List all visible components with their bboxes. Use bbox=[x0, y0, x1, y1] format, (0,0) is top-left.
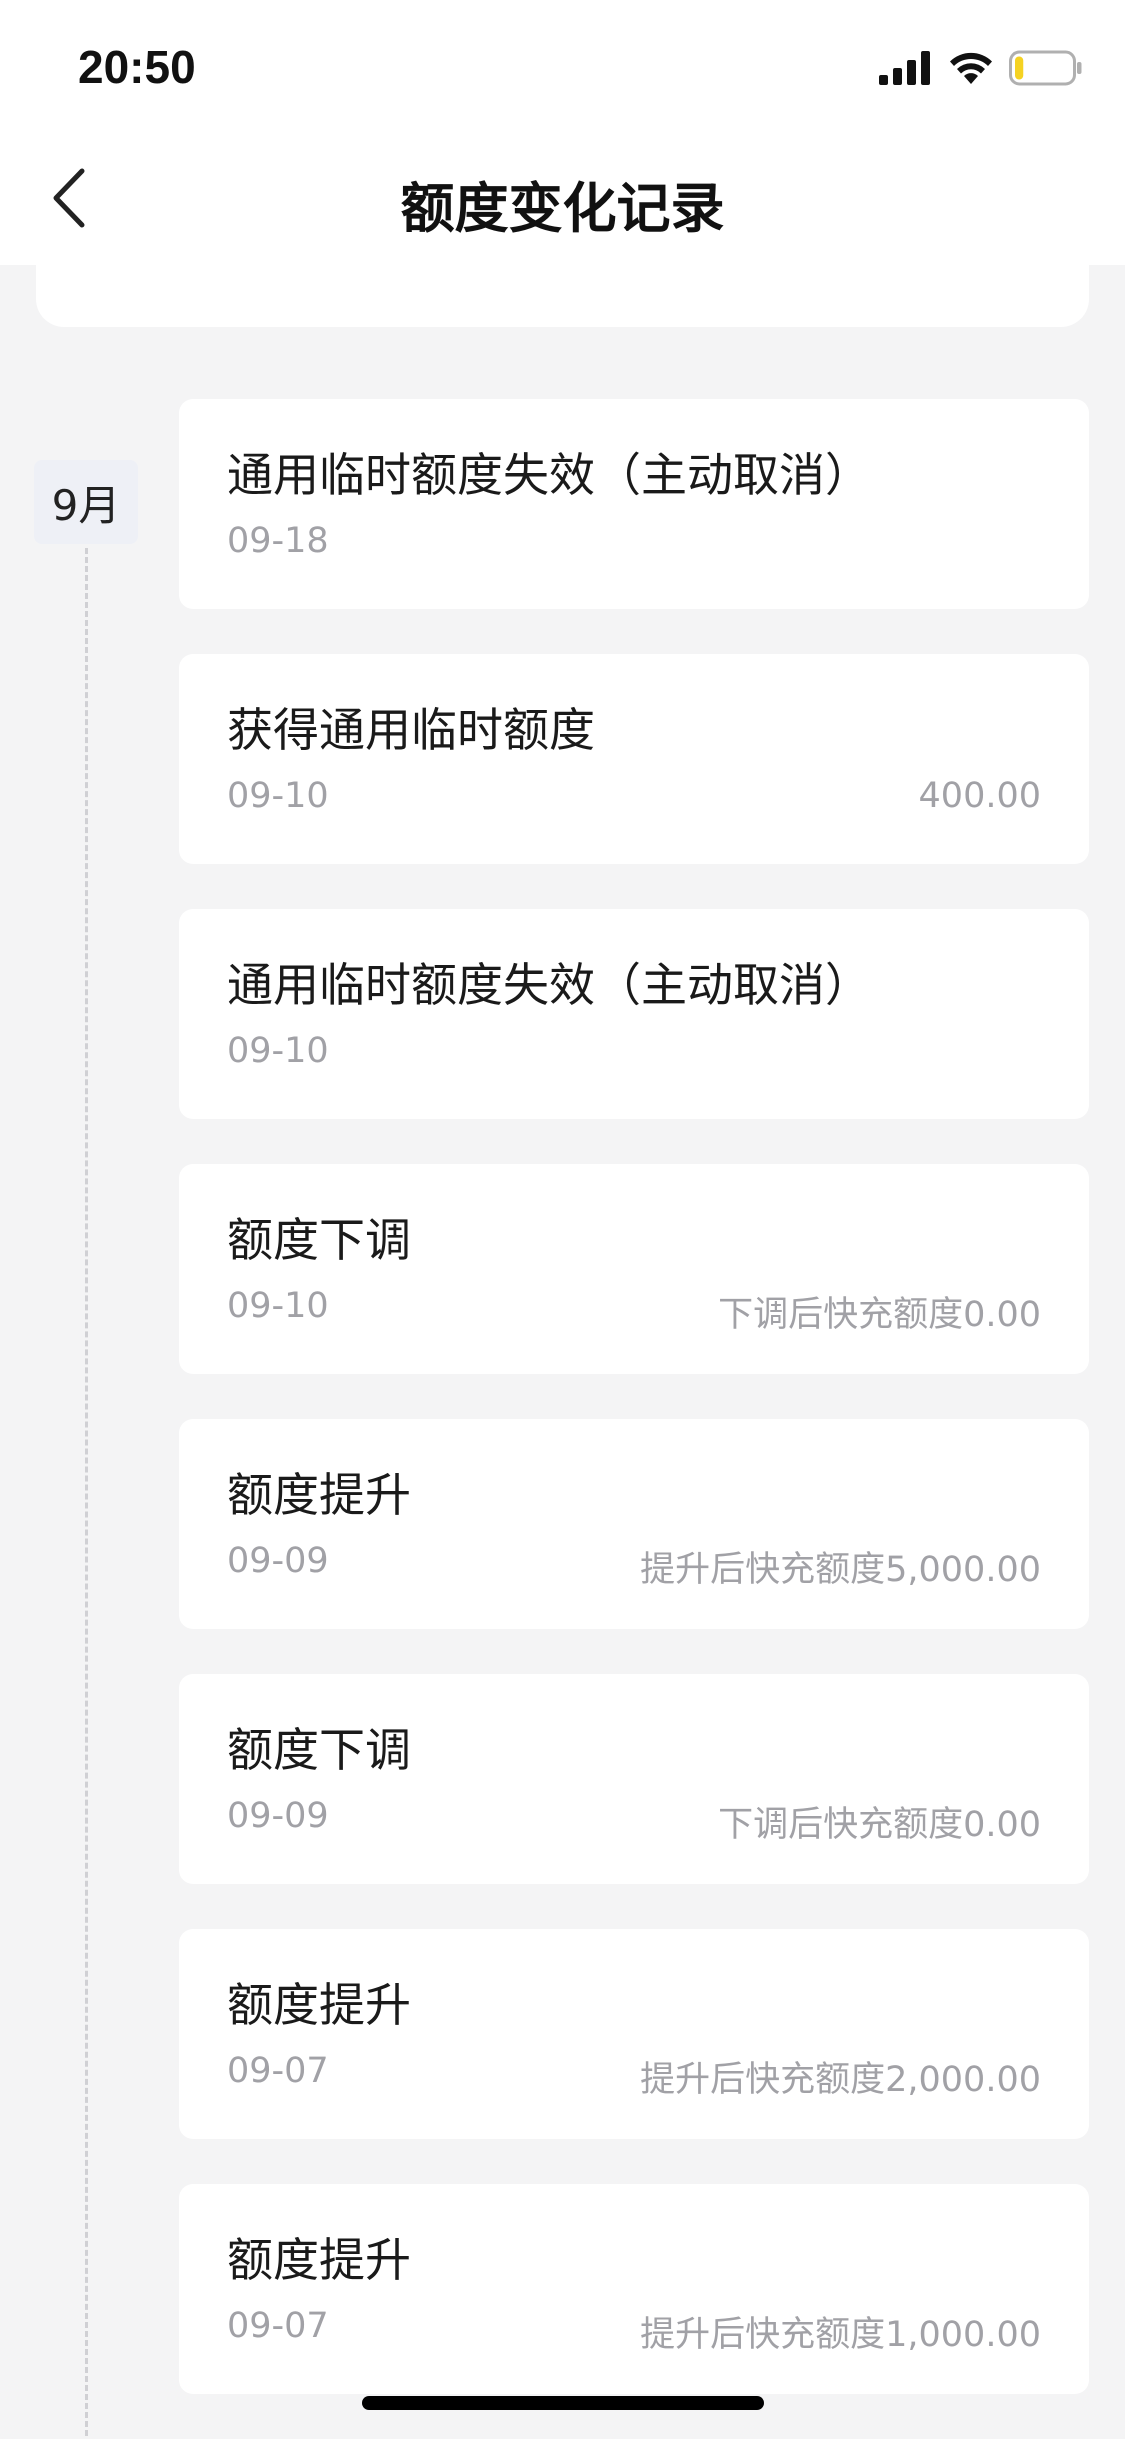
record-date: 09-10 bbox=[227, 1286, 329, 1326]
timeline-line bbox=[85, 548, 88, 2436]
record-amount: 提升后快充额度5,000.00 bbox=[640, 1550, 1041, 1590]
record-title: 额度下调 bbox=[227, 1213, 411, 1267]
record-title: 额度提升 bbox=[227, 2233, 411, 2287]
record-amount: 提升后快充额度1,000.00 bbox=[640, 2315, 1041, 2355]
record-title: 额度提升 bbox=[227, 1468, 411, 1522]
record-title: 额度下调 bbox=[227, 1723, 411, 1777]
nav-bar: 额度变化记录 bbox=[0, 132, 1125, 265]
record-amount: 下调后快充额度0.00 bbox=[718, 1295, 1041, 1335]
record-date: 09-10 bbox=[227, 776, 329, 816]
record-amount: 400.00 bbox=[918, 776, 1041, 816]
record-date: 09-09 bbox=[227, 1541, 329, 1581]
wifi-icon bbox=[950, 52, 992, 84]
record-date: 09-07 bbox=[227, 2306, 329, 2346]
record-card[interactable]: 获得通用临时额度 09-10 400.00 bbox=[179, 654, 1089, 864]
record-card[interactable]: 额度下调 09-10 下调后快充额度0.00 bbox=[179, 1164, 1089, 1374]
status-icons bbox=[879, 48, 1083, 88]
record-date: 09-07 bbox=[227, 2051, 329, 2091]
record-title: 额度提升 bbox=[227, 1978, 411, 2032]
record-card[interactable]: 通用临时额度失效（主动取消） 09-18 bbox=[179, 399, 1089, 609]
signal-icon bbox=[879, 51, 930, 85]
month-label: 9月 bbox=[34, 460, 138, 544]
record-date: 09-10 bbox=[227, 1031, 329, 1071]
record-date: 09-18 bbox=[227, 521, 329, 561]
record-list: 通用临时额度失效（主动取消） 09-18 获得通用临时额度 09-10 400.00 通用… bbox=[179, 399, 1089, 2439]
record-title: 通用临时额度失效（主动取消） bbox=[227, 958, 871, 1012]
status-time: 20:50 bbox=[78, 41, 196, 93]
record-card[interactable]: 通用临时额度失效（主动取消） 09-10 bbox=[179, 909, 1089, 1119]
record-card[interactable]: 额度下调 09-09 下调后快充额度0.00 bbox=[179, 1674, 1089, 1884]
record-title: 获得通用临时额度 bbox=[227, 703, 595, 757]
record-title: 通用临时额度失效（主动取消） bbox=[227, 448, 871, 502]
summary-card bbox=[36, 265, 1089, 327]
page-title: 额度变化记录 bbox=[400, 177, 725, 240]
record-amount: 下调后快充额度0.00 bbox=[718, 1805, 1041, 1845]
battery-icon bbox=[1009, 50, 1082, 86]
status-bar: 20:50 bbox=[0, 0, 1125, 132]
record-amount: 提升后快充额度2,000.00 bbox=[640, 2060, 1041, 2100]
record-card[interactable]: 额度提升 09-07 提升后快充额度1,000.00 bbox=[179, 2184, 1089, 2394]
home-indicator bbox=[362, 2396, 764, 2410]
record-card[interactable]: 额度提升 09-09 提升后快充额度5,000.00 bbox=[179, 1419, 1089, 1629]
record-date: 09-09 bbox=[227, 1796, 329, 1836]
record-card[interactable]: 额度提升 09-07 提升后快充额度2,000.00 bbox=[179, 1929, 1089, 2139]
